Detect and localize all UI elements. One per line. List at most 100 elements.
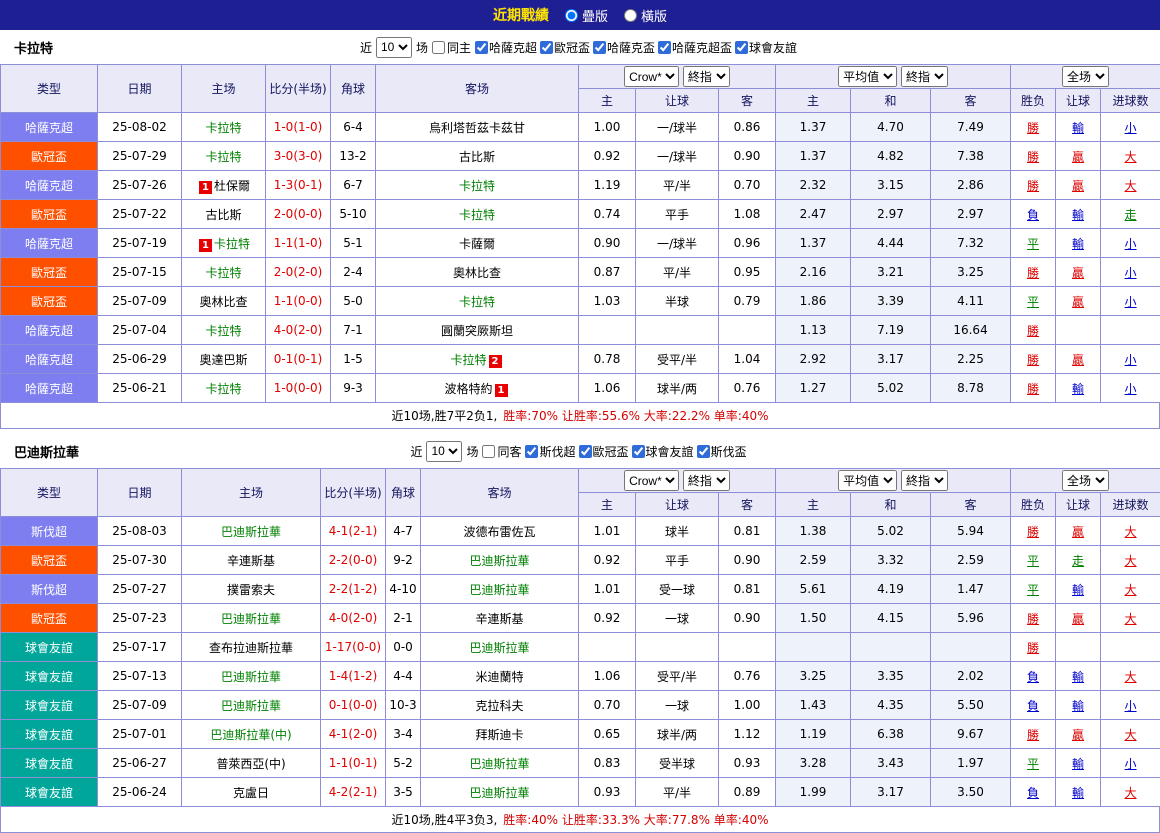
odds-stage-select[interactable]: 終指 (683, 66, 730, 87)
same-venue-checkbox[interactable] (482, 445, 495, 458)
score-cell[interactable]: 0-1(0-1) (266, 345, 331, 374)
handicap-result-cell[interactable]: 贏 (1056, 287, 1101, 316)
team-name[interactable]: 波德布雷佐瓦 (463, 525, 535, 539)
score-cell[interactable]: 3-0(3-0) (266, 142, 331, 171)
home-team-cell[interactable]: 巴迪斯拉華 (182, 604, 321, 633)
league-cell[interactable]: 球會友誼 (1, 720, 98, 749)
view-option-horizontal[interactable]: 橫版 (624, 6, 667, 25)
goals-result-cell[interactable]: 大 (1101, 604, 1160, 633)
goals-result-cell[interactable]: 大 (1101, 575, 1160, 604)
same-venue-checkbox[interactable] (432, 41, 445, 54)
handicap-result-cell[interactable]: 贏 (1056, 604, 1101, 633)
goals-result-cell[interactable]: 大 (1101, 778, 1160, 807)
result-cell[interactable]: 平 (1011, 287, 1056, 316)
league-cell[interactable]: 歐冠盃 (1, 200, 98, 229)
result-cell[interactable]: 勝 (1011, 517, 1056, 546)
home-team-cell[interactable]: 巴迪斯拉華 (182, 517, 321, 546)
goals-result-cell[interactable]: 小 (1101, 258, 1160, 287)
league-checkbox[interactable] (525, 445, 538, 458)
team-name[interactable]: 巴迪斯拉華(中) (210, 728, 291, 742)
team-name[interactable]: 奧達巴斯 (199, 353, 247, 367)
score-cell[interactable]: 2-2(1-2) (321, 575, 386, 604)
result-cell[interactable]: 勝 (1011, 633, 1056, 662)
score-cell[interactable]: 4-1(2-0) (321, 720, 386, 749)
score-cell[interactable]: 4-0(2-0) (321, 604, 386, 633)
avg-type-select[interactable]: 平均值 (838, 470, 897, 491)
league-filter[interactable]: 歐冠盃 (579, 443, 629, 460)
team-name[interactable]: 奧林比查 (199, 295, 247, 309)
league-cell[interactable]: 斯伐超 (1, 575, 98, 604)
result-cell[interactable]: 負 (1011, 778, 1056, 807)
result-cell[interactable]: 平 (1011, 575, 1056, 604)
handicap-result-cell[interactable]: 贏 (1056, 142, 1101, 171)
team-name[interactable]: 卡拉特 (205, 121, 241, 135)
league-checkbox[interactable] (593, 41, 606, 54)
score-cell[interactable]: 4-2(2-1) (321, 778, 386, 807)
goals-result-cell[interactable]: 大 (1101, 720, 1160, 749)
league-cell[interactable]: 哈薩克超 (1, 316, 98, 345)
result-cell[interactable]: 勝 (1011, 345, 1056, 374)
team-name[interactable]: 巴迪斯拉華 (469, 757, 529, 771)
away-team-cell[interactable]: 克拉科夫 (421, 691, 579, 720)
away-team-cell[interactable]: 烏利塔哲茲卡茲甘 (376, 113, 579, 142)
home-team-cell[interactable]: 卡拉特 (182, 316, 266, 345)
team-name[interactable]: 卡拉特 (450, 353, 486, 367)
league-cell[interactable]: 球會友誼 (1, 633, 98, 662)
home-team-cell[interactable]: 奧達巴斯 (182, 345, 266, 374)
avg-stage-select[interactable]: 終指 (901, 66, 948, 87)
goals-result-cell[interactable]: 小 (1101, 113, 1160, 142)
odds-stage-select[interactable]: 終指 (683, 470, 730, 491)
score-cell[interactable]: 1-0(1-0) (266, 113, 331, 142)
home-team-cell[interactable]: 普萊西亞(中) (182, 749, 321, 778)
handicap-result-cell[interactable]: 輸 (1056, 229, 1101, 258)
home-team-cell[interactable]: 辛連斯基 (182, 546, 321, 575)
handicap-result-cell[interactable]: 走 (1056, 546, 1101, 575)
result-cell[interactable]: 勝 (1011, 171, 1056, 200)
result-cell[interactable]: 平 (1011, 229, 1056, 258)
team-name[interactable]: 卡拉特 (459, 295, 495, 309)
team-name[interactable]: 撲雷索夫 (227, 583, 275, 597)
score-cell[interactable]: 1-3(0-1) (266, 171, 331, 200)
league-cell[interactable]: 斯伐超 (1, 517, 98, 546)
league-cell[interactable]: 哈薩克超 (1, 374, 98, 403)
team-name[interactable]: 奧林比查 (453, 266, 501, 280)
away-team-cell[interactable]: 巴迪斯拉華 (421, 546, 579, 575)
goals-result-cell[interactable]: 小 (1101, 229, 1160, 258)
avg-type-select[interactable]: 平均值 (838, 66, 897, 87)
home-team-cell[interactable]: 克盧日 (182, 778, 321, 807)
home-team-cell[interactable]: 奧林比查 (182, 287, 266, 316)
result-cell[interactable]: 勝 (1011, 113, 1056, 142)
team-name[interactable]: 巴迪斯拉華 (469, 786, 529, 800)
goals-result-cell[interactable]: 大 (1101, 662, 1160, 691)
away-team-cell[interactable]: 卡拉特2 (376, 345, 579, 374)
home-team-cell[interactable]: 查布拉迪斯拉華 (182, 633, 321, 662)
handicap-result-cell[interactable]: 輸 (1056, 200, 1101, 229)
result-cell[interactable]: 勝 (1011, 374, 1056, 403)
score-cell[interactable]: 1-4(1-2) (321, 662, 386, 691)
goals-result-cell[interactable]: 大 (1101, 171, 1160, 200)
league-cell[interactable]: 哈薩克超 (1, 345, 98, 374)
goals-result-cell[interactable]: 大 (1101, 546, 1160, 575)
away-team-cell[interactable]: 米迪蘭特 (421, 662, 579, 691)
scope-select[interactable]: 全场 (1062, 470, 1109, 491)
home-team-cell[interactable]: 1卡拉特 (182, 229, 266, 258)
league-cell[interactable]: 哈薩克超 (1, 113, 98, 142)
team-name[interactable]: 巴迪斯拉華 (221, 612, 281, 626)
home-team-cell[interactable]: 卡拉特 (182, 142, 266, 171)
league-filter[interactable]: 斯伐超 (525, 443, 575, 460)
same-venue-filter[interactable]: 同主 (432, 39, 471, 56)
handicap-result-cell[interactable]: 贏 (1056, 720, 1101, 749)
same-venue-filter[interactable]: 同客 (482, 443, 521, 460)
goals-result-cell[interactable]: 走 (1101, 200, 1160, 229)
team-name[interactable]: 波格特約 (444, 382, 492, 396)
horizontal-view-radio[interactable] (624, 9, 637, 22)
result-cell[interactable]: 平 (1011, 749, 1056, 778)
team-name[interactable]: 卡拉特 (205, 324, 241, 338)
league-cell[interactable]: 歐冠盃 (1, 258, 98, 287)
result-cell[interactable]: 平 (1011, 546, 1056, 575)
score-cell[interactable]: 2-2(0-0) (321, 546, 386, 575)
league-filter[interactable]: 球會友誼 (735, 39, 797, 56)
league-filter[interactable]: 斯伐盃 (697, 443, 747, 460)
league-cell[interactable]: 哈薩克超 (1, 229, 98, 258)
score-cell[interactable]: 0-1(0-0) (321, 691, 386, 720)
